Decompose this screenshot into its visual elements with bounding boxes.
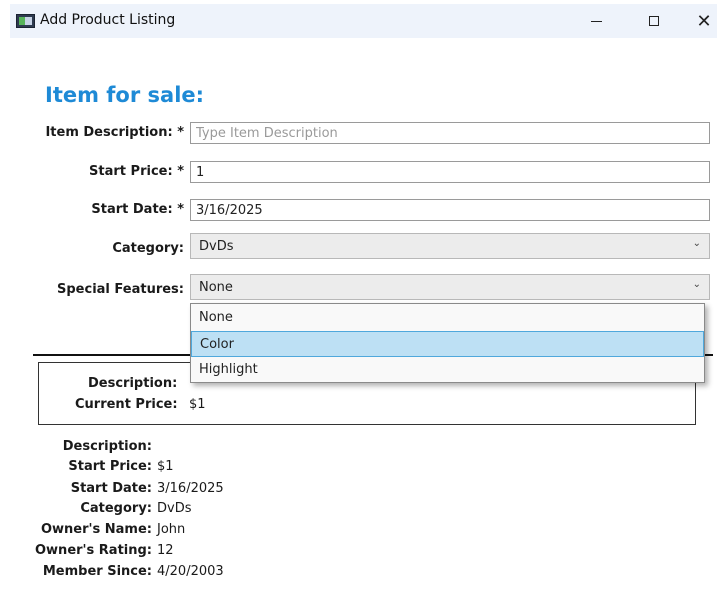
category-selected-value: DvDs — [199, 239, 234, 254]
minimize-button[interactable] — [576, 8, 616, 34]
section-heading: Item for sale: — [45, 83, 205, 107]
summary-current-price-value: $1 — [189, 397, 206, 412]
special-features-selected-value: None — [199, 280, 233, 295]
maximize-icon — [649, 16, 659, 26]
close-button[interactable]: ✕ — [684, 8, 724, 34]
detail-start-date-value: 3/16/2025 — [157, 481, 224, 496]
detail-start-price-label: Start Price: — [68, 459, 152, 474]
start-date-input[interactable] — [190, 199, 710, 221]
start-date-label: Start Date: * — [91, 202, 184, 217]
detail-member-since-label: Member Since: — [42, 564, 152, 579]
title-bar[interactable]: Add Product Listing ✕ — [10, 4, 717, 38]
summary-description-label: Description: — [88, 376, 178, 391]
window-title: Add Product Listing — [40, 12, 176, 28]
chevron-down-icon: ⌄ — [692, 279, 701, 290]
app-window: Add Product Listing ✕ Item for sale: Ite… — [0, 0, 727, 616]
category-select[interactable]: DvDs ⌄ — [190, 233, 710, 259]
summary-current-price-label: Current Price: — [75, 397, 178, 412]
detail-owner-rating-label: Owner's Rating: — [35, 543, 152, 558]
category-label: Category: — [112, 241, 184, 256]
detail-category-label: Category: — [80, 501, 152, 516]
chevron-down-icon: ⌄ — [692, 238, 701, 249]
detail-category-value: DvDs — [157, 501, 192, 516]
detail-start-date-label: Start Date: — [70, 481, 152, 496]
special-features-label: Special Features: — [57, 282, 184, 297]
detail-owner-name-value: John — [157, 522, 186, 537]
detail-member-since-value: 4/20/2003 — [157, 564, 224, 579]
item-description-input[interactable] — [190, 122, 710, 144]
close-icon: ✕ — [696, 10, 712, 32]
dropdown-option-color[interactable]: Color — [191, 331, 704, 357]
dropdown-option-none[interactable]: None — [191, 305, 704, 331]
special-features-select[interactable]: None ⌄ — [190, 274, 710, 300]
item-description-label: Item Description: * — [45, 125, 184, 140]
special-features-dropdown: None Color Highlight — [190, 303, 705, 383]
start-price-input[interactable] — [190, 161, 710, 183]
dropdown-option-highlight[interactable]: Highlight — [191, 357, 704, 383]
detail-description-label: Description: — [62, 439, 152, 454]
minimize-icon — [590, 20, 602, 22]
app-window-icon — [16, 14, 35, 28]
start-price-label: Start Price: * — [89, 164, 184, 179]
maximize-button[interactable] — [634, 8, 674, 34]
detail-start-price-value: $1 — [157, 459, 174, 474]
detail-owner-rating-value: 12 — [157, 543, 174, 558]
detail-owner-name-label: Owner's Name: — [40, 522, 152, 537]
